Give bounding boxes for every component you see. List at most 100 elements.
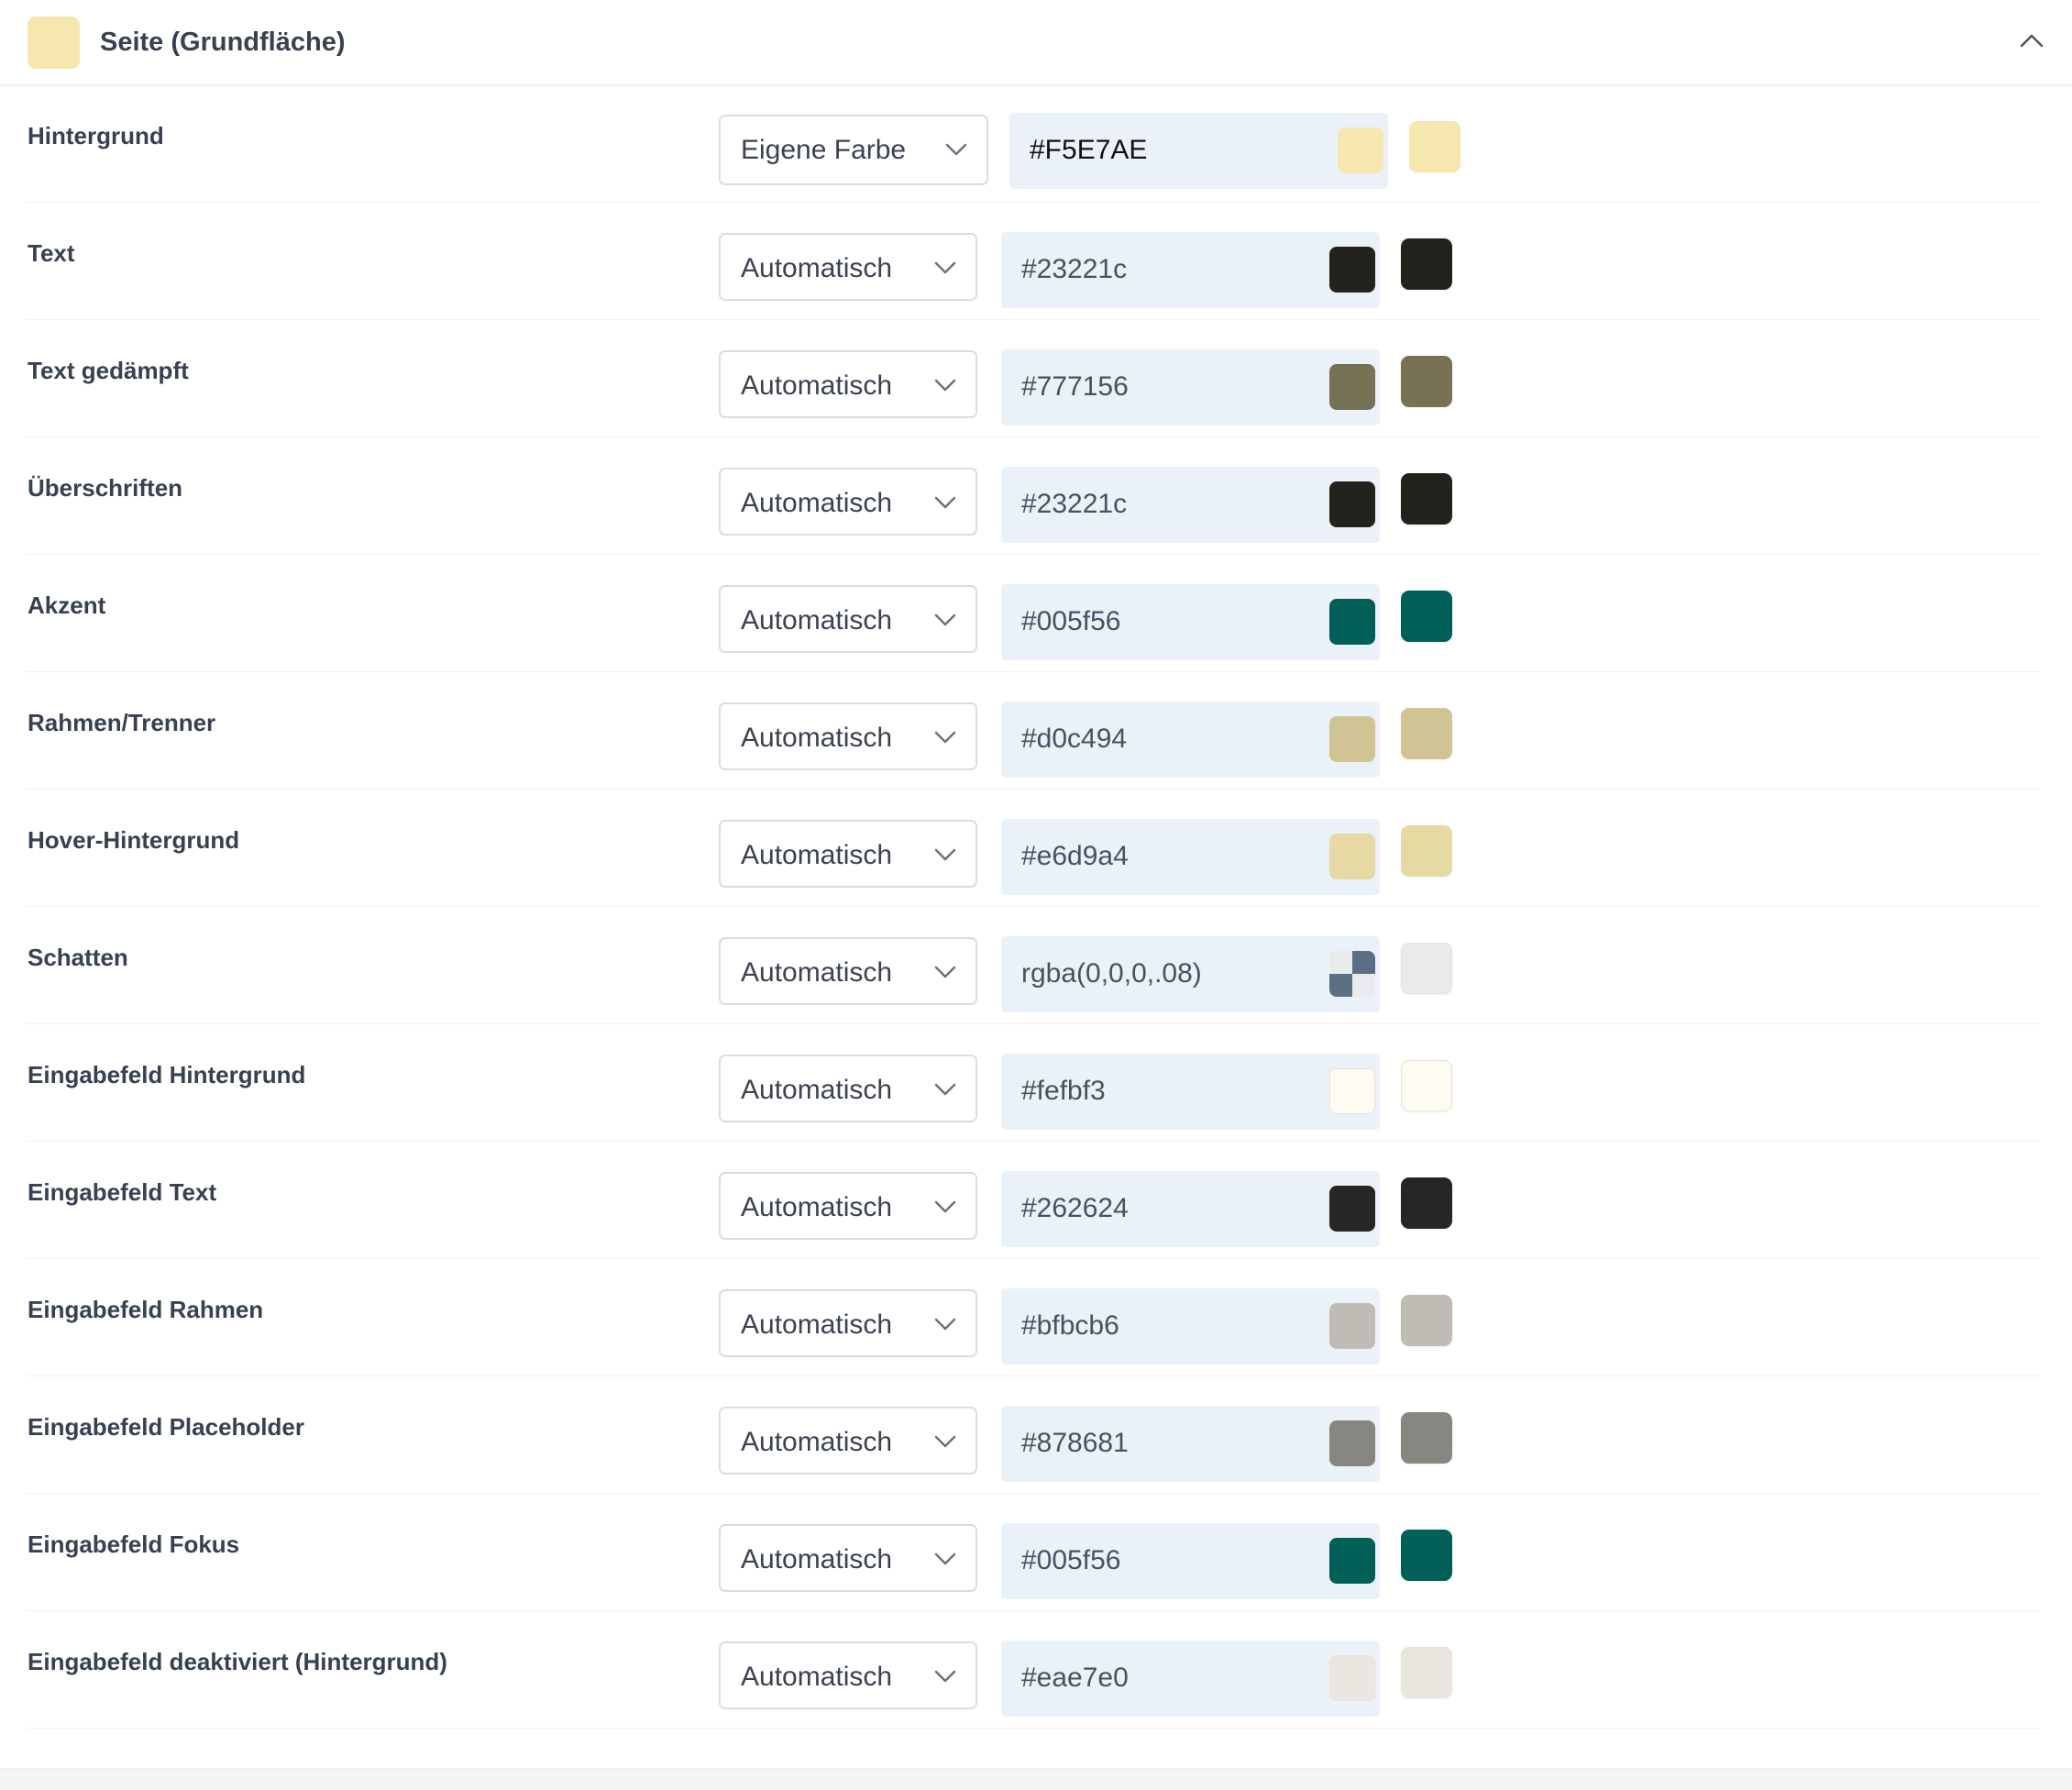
hex-value: #fefbf3 <box>1021 1076 1106 1106</box>
color-preview-swatch[interactable] <box>1401 1530 1452 1581</box>
hex-value: #878681 <box>1021 1428 1129 1458</box>
hex-input[interactable]: #d0c494 <box>1001 702 1380 778</box>
color-picker-swatch[interactable] <box>1329 599 1375 645</box>
color-preview-swatch[interactable] <box>1401 238 1452 290</box>
mode-select-value: Automatisch <box>741 488 893 518</box>
color-row: Eingabefeld Hintergrund Automatisch #fef… <box>26 1024 2041 1142</box>
color-row: Eingabefeld Text Automatisch #262624 <box>26 1142 2041 1259</box>
color-settings-panel: Seite (Grundfläche) Hintergrund Eigene F… <box>0 0 2072 1790</box>
color-rows: Hintergrund Eigene Farbe #F5E7AE Text Au… <box>0 85 2072 1729</box>
color-preview-swatch[interactable] <box>1401 1412 1452 1464</box>
color-picker-swatch[interactable] <box>1329 1186 1375 1232</box>
mode-select[interactable]: Automatisch <box>719 585 977 653</box>
color-picker-swatch[interactable] <box>1329 1538 1375 1584</box>
hex-input[interactable]: #eae7e0 <box>1001 1641 1380 1717</box>
mode-select[interactable]: Automatisch <box>719 1407 977 1475</box>
color-row: Text Automatisch #23221c <box>26 203 2041 320</box>
color-picker-swatch[interactable] <box>1329 364 1375 410</box>
color-picker-swatch[interactable] <box>1329 247 1375 293</box>
mode-select[interactable]: Automatisch <box>719 233 977 301</box>
mode-select[interactable]: Automatisch <box>719 468 977 536</box>
color-label: Akzent <box>28 591 106 619</box>
color-picker-swatch[interactable] <box>1329 1068 1375 1114</box>
chevron-up-icon <box>2020 34 2044 48</box>
hex-input[interactable]: #23221c <box>1001 232 1380 308</box>
color-preview-swatch[interactable] <box>1401 473 1452 525</box>
color-preview-swatch[interactable] <box>1401 356 1452 407</box>
color-picker-swatch[interactable] <box>1329 716 1375 762</box>
color-label: Hintergrund <box>28 122 164 149</box>
hex-input[interactable]: #23221c <box>1001 467 1380 543</box>
mode-select[interactable]: Automatisch <box>719 1289 977 1357</box>
mode-select[interactable]: Automatisch <box>719 937 977 1005</box>
mode-select-value: Automatisch <box>741 1075 893 1105</box>
hex-value: #bfbcb6 <box>1021 1310 1119 1341</box>
color-preview-swatch[interactable] <box>1401 1647 1452 1698</box>
color-row: Eingabefeld Fokus Automatisch #005f56 <box>26 1494 2041 1611</box>
section-header[interactable]: Seite (Grundfläche) <box>0 0 2072 86</box>
color-label: Eingabefeld Fokus <box>28 1530 240 1558</box>
color-row: Rahmen/Trenner Automatisch #d0c494 <box>26 672 2041 790</box>
hex-input[interactable]: rgba(0,0,0,.08) <box>1001 936 1380 1012</box>
mode-select-value: Automatisch <box>741 723 893 753</box>
hex-input[interactable]: #878681 <box>1001 1406 1380 1482</box>
color-picker-swatch[interactable] <box>1329 1420 1375 1466</box>
color-preview-swatch[interactable] <box>1401 825 1452 877</box>
chevron-down-icon <box>934 496 956 509</box>
mode-select[interactable]: Automatisch <box>719 1055 977 1122</box>
hex-value: #23221c <box>1021 489 1128 519</box>
chevron-down-icon <box>934 1552 956 1565</box>
hex-value: #d0c494 <box>1021 724 1128 754</box>
mode-select-value: Automatisch <box>741 840 893 870</box>
mode-select-value: Automatisch <box>741 605 893 635</box>
mode-select-value: Automatisch <box>741 1309 893 1340</box>
hex-value: #eae7e0 <box>1021 1663 1129 1693</box>
hex-input[interactable]: #262624 <box>1001 1171 1380 1247</box>
hex-value: #777156 <box>1021 371 1129 402</box>
panel-footer <box>0 1768 2072 1790</box>
color-preview-swatch[interactable] <box>1401 1060 1452 1111</box>
color-preview-swatch[interactable] <box>1409 121 1460 172</box>
hex-input[interactable]: #fefbf3 <box>1001 1054 1380 1130</box>
color-preview-swatch[interactable] <box>1401 1295 1452 1346</box>
color-label: Eingabefeld Text <box>28 1178 217 1206</box>
color-picker-swatch[interactable] <box>1329 834 1375 879</box>
color-preview-swatch[interactable] <box>1401 591 1452 642</box>
color-label: Text <box>28 239 75 267</box>
color-picker-swatch[interactable] <box>1338 127 1383 173</box>
chevron-down-icon <box>934 731 956 744</box>
hex-input[interactable]: #bfbcb6 <box>1001 1288 1380 1365</box>
mode-select[interactable]: Automatisch <box>719 1172 977 1240</box>
chevron-down-icon <box>934 966 956 978</box>
chevron-down-icon <box>934 613 956 626</box>
chevron-down-icon <box>934 1318 956 1331</box>
mode-select[interactable]: Automatisch <box>719 1524 977 1592</box>
color-preview-swatch[interactable] <box>1401 708 1452 759</box>
color-label: Rahmen/Trenner <box>28 709 216 736</box>
mode-select[interactable]: Automatisch <box>719 1641 977 1709</box>
color-preview-swatch[interactable] <box>1401 1177 1452 1229</box>
hex-input[interactable]: #777156 <box>1001 349 1380 425</box>
transparency-checker-swatch[interactable] <box>1329 951 1375 997</box>
hex-input[interactable]: #005f56 <box>1001 584 1380 660</box>
color-picker-swatch[interactable] <box>1329 1655 1375 1701</box>
chevron-down-icon <box>934 1200 956 1213</box>
hex-input[interactable]: #F5E7AE <box>1009 113 1388 189</box>
hex-value: #005f56 <box>1021 1545 1121 1575</box>
color-preview-swatch[interactable] <box>1401 943 1452 994</box>
chevron-down-icon <box>934 848 956 861</box>
mode-select[interactable]: Eigene Farbe <box>719 115 988 185</box>
mode-select-value: Automatisch <box>741 1427 893 1457</box>
collapse-button[interactable] <box>2008 17 2055 64</box>
mode-select[interactable]: Automatisch <box>719 350 977 418</box>
hex-input[interactable]: #005f56 <box>1001 1523 1380 1599</box>
color-picker-swatch[interactable] <box>1329 1303 1375 1349</box>
hex-value: rgba(0,0,0,.08) <box>1021 958 1202 989</box>
mode-select[interactable]: Automatisch <box>719 820 977 888</box>
color-picker-swatch[interactable] <box>1329 481 1375 527</box>
color-row: Akzent Automatisch #005f56 <box>26 555 2041 672</box>
mode-select-value: Automatisch <box>741 370 893 401</box>
color-label: Schatten <box>28 944 128 971</box>
mode-select[interactable]: Automatisch <box>719 702 977 770</box>
hex-input[interactable]: #e6d9a4 <box>1001 819 1380 895</box>
